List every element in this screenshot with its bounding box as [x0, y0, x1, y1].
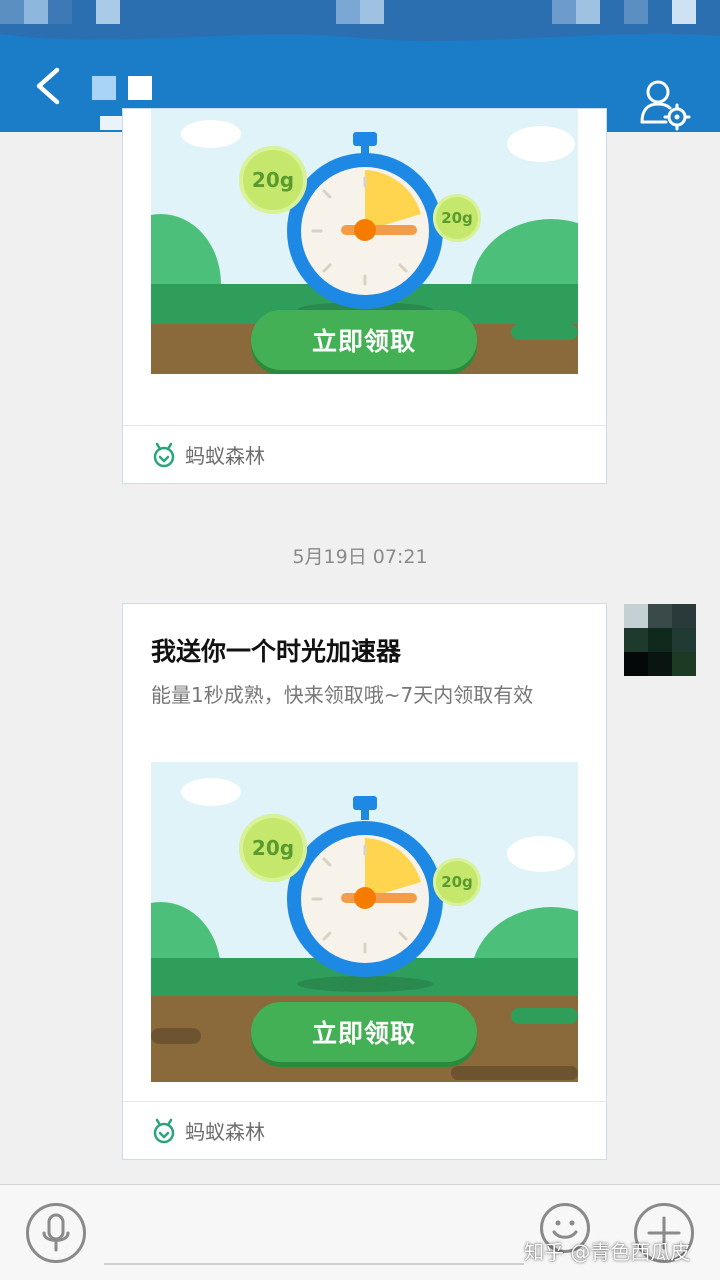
- energy-chip-small: 20g: [433, 194, 481, 242]
- promo-card[interactable]: 20g 20g 立即领取 蚂蚁森林: [122, 108, 607, 484]
- card-source[interactable]: 蚂蚁森林: [123, 425, 606, 483]
- user-settings-icon: [640, 80, 691, 131]
- page-title: ■ ■: [92, 68, 152, 108]
- voice-input-button[interactable]: [26, 1203, 86, 1263]
- status-bar: [0, 0, 720, 24]
- title-redacted-block: [128, 76, 152, 100]
- back-button[interactable]: [22, 58, 74, 114]
- chevron-left-icon: [36, 67, 60, 105]
- message-input[interactable]: [104, 1203, 524, 1265]
- header-wave-decoration: [0, 24, 720, 41]
- source-label: 蚂蚁森林: [185, 444, 265, 468]
- card-source[interactable]: 蚂蚁森林: [123, 1101, 606, 1159]
- title-redacted-block: [92, 76, 116, 100]
- card-title: 我送你一个时光加速器: [151, 637, 402, 666]
- promo-banner[interactable]: 20g 20g 立即领取: [151, 762, 578, 1082]
- card-description: 能量1秒成熟，快来领取哦~7天内领取有效: [151, 683, 534, 707]
- promo-card[interactable]: 我送你一个时光加速器 能量1秒成熟，快来领取哦~7天内领取有效 20g 20g …: [122, 603, 607, 1160]
- ant-forest-icon: [153, 442, 175, 467]
- energy-amount: 20g: [441, 209, 473, 227]
- promo-banner[interactable]: 20g 20g 立即领取: [151, 109, 578, 374]
- ant-forest-icon: [153, 1118, 175, 1143]
- energy-chip-large: 20g: [239, 814, 307, 882]
- message-timestamp: 5月19日 07:21: [292, 546, 428, 568]
- claim-now-button[interactable]: 立即领取: [251, 1002, 477, 1062]
- energy-amount: 20g: [441, 873, 473, 891]
- microphone-icon: [42, 1213, 70, 1252]
- energy-amount: 20g: [251, 836, 295, 860]
- chat-settings-button[interactable]: [636, 76, 692, 132]
- avatar[interactable]: [624, 604, 696, 676]
- claim-now-button[interactable]: 立即领取: [251, 310, 477, 370]
- message-input-bar: [0, 1184, 720, 1280]
- energy-amount: 20g: [251, 168, 295, 192]
- energy-chip-small: 20g: [433, 858, 481, 906]
- energy-chip-large: 20g: [239, 146, 307, 214]
- watermark: 知乎 @青色西瓜皮: [524, 1240, 691, 1264]
- source-label: 蚂蚁森林: [185, 1120, 265, 1144]
